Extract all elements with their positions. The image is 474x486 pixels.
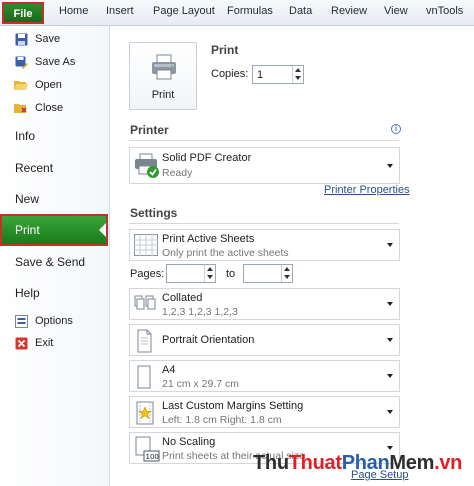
chevron-down-icon: [387, 410, 393, 414]
selected-arrow-icon: [99, 223, 106, 237]
chevron-down-icon: [387, 374, 393, 378]
printer-name: Solid PDF Creator: [162, 152, 252, 164]
tab-insert[interactable]: Insert: [106, 5, 134, 17]
printer-heading: Printer: [130, 123, 169, 137]
printer-divider: [129, 140, 399, 141]
collate-sub: 1,2,3 1,2,3 1,2,3: [162, 306, 238, 318]
spin-up-icon: [207, 267, 213, 271]
margins-main: Last Custom Margins Setting: [162, 400, 304, 412]
spin-down-icon: [284, 275, 290, 279]
save-icon: [14, 32, 28, 46]
spin-up-icon: [295, 68, 301, 72]
paper-size-main: A4: [162, 364, 176, 376]
sheets-icon: [134, 234, 158, 256]
pages-to-stepper[interactable]: [243, 264, 293, 283]
print-panel: Print Print Copies: 1 Printer i Solid PD…: [111, 26, 474, 486]
chevron-down-icon: [387, 446, 393, 450]
file-tab[interactable]: File: [2, 2, 44, 24]
nav-open[interactable]: Open: [0, 74, 108, 96]
nav-options[interactable]: Options: [0, 310, 108, 332]
collated-icon: [134, 295, 156, 310]
nav-help[interactable]: Help: [15, 286, 40, 300]
collate-dropdown[interactable]: Collated 1,2,3 1,2,3 1,2,3: [129, 288, 400, 320]
settings-divider: [129, 223, 399, 224]
nav-save[interactable]: Save: [0, 28, 108, 50]
info-icon[interactable]: i: [391, 124, 401, 134]
print-what-dropdown[interactable]: Print Active Sheets Only print the activ…: [129, 229, 400, 261]
settings-heading: Settings: [130, 206, 178, 220]
portrait-page-icon: [137, 329, 152, 353]
spin-down-icon: [295, 76, 301, 80]
watermark: ThuThuatPhanMem.vn: [253, 452, 463, 474]
pages-to-label: to: [226, 268, 236, 280]
save-as-icon: [14, 55, 28, 69]
print-button[interactable]: Print: [129, 42, 197, 110]
scaling-icon: 100: [135, 436, 160, 462]
folder-open-icon: [14, 78, 28, 92]
printer-properties-link[interactable]: Printer Properties: [324, 184, 410, 196]
spin-down-icon: [207, 275, 213, 279]
svg-text:100: 100: [146, 453, 159, 461]
tab-formulas[interactable]: Formulas: [227, 5, 273, 17]
printer-dropdown[interactable]: Solid PDF Creator Ready: [129, 147, 400, 184]
margins-dropdown[interactable]: Last Custom Margins Setting Left: 1.8 cm…: [129, 396, 400, 428]
nav-new[interactable]: New: [15, 192, 39, 206]
margins-sub: Left: 1.8 cm Right: 1.8 cm: [162, 414, 282, 426]
pages-label: Pages:: [130, 268, 165, 280]
backstage-nav: Save Save As Open Close Info Recent New …: [0, 26, 110, 486]
tab-home[interactable]: Home: [59, 5, 88, 17]
tab-review[interactable]: Review: [331, 5, 367, 17]
pages-to-spin[interactable]: [281, 265, 292, 282]
paper-size-sub: 21 cm x 29.7 cm: [162, 378, 240, 390]
options-icon: [14, 314, 28, 328]
print-what-main: Print Active Sheets: [162, 233, 255, 245]
orientation-dropdown[interactable]: Portrait Orientation: [129, 324, 400, 356]
copies-spin[interactable]: [292, 66, 303, 83]
nav-close[interactable]: Close: [0, 97, 108, 119]
collate-main: Collated: [162, 292, 203, 304]
spin-up-icon: [284, 267, 290, 271]
chevron-down-icon: [387, 164, 393, 168]
nav-save-send[interactable]: Save & Send: [15, 255, 85, 269]
chevron-down-icon: [387, 302, 393, 306]
print-heading: Print: [211, 43, 239, 57]
printer-status: Ready: [162, 167, 193, 179]
tab-data[interactable]: Data: [289, 5, 312, 17]
nav-recent[interactable]: Recent: [15, 161, 53, 175]
exit-icon: [14, 336, 28, 350]
nav-exit[interactable]: Exit: [0, 332, 108, 354]
chevron-down-icon: [387, 243, 393, 247]
pages-from-spin[interactable]: [204, 265, 215, 282]
nav-info[interactable]: Info: [15, 129, 35, 143]
tab-vntools[interactable]: vnTools: [426, 5, 463, 17]
pages-from-stepper[interactable]: [166, 264, 216, 283]
paper-size-dropdown[interactable]: A4 21 cm x 29.7 cm: [129, 360, 400, 392]
nav-print[interactable]: Print: [0, 214, 108, 246]
paper-size-icon: [137, 365, 151, 389]
copies-stepper[interactable]: 1: [252, 65, 304, 84]
margins-star-icon: [136, 401, 154, 425]
print-what-sub: Only print the active sheets: [162, 247, 289, 259]
tab-page-layout[interactable]: Page Layout: [153, 5, 215, 17]
folder-close-icon: [14, 101, 28, 115]
copies-label: Copies:: [211, 68, 249, 80]
ribbon-tab-bar: File Home Insert Page Layout Formulas Da…: [0, 0, 474, 26]
chevron-down-icon: [387, 338, 393, 342]
orientation-main: Portrait Orientation: [162, 334, 255, 346]
tab-view[interactable]: View: [384, 5, 408, 17]
scaling-main: No Scaling: [162, 436, 216, 448]
printer-icon: [152, 54, 176, 80]
printer-ready-icon: [135, 153, 159, 178]
nav-save-as[interactable]: Save As: [0, 51, 108, 73]
